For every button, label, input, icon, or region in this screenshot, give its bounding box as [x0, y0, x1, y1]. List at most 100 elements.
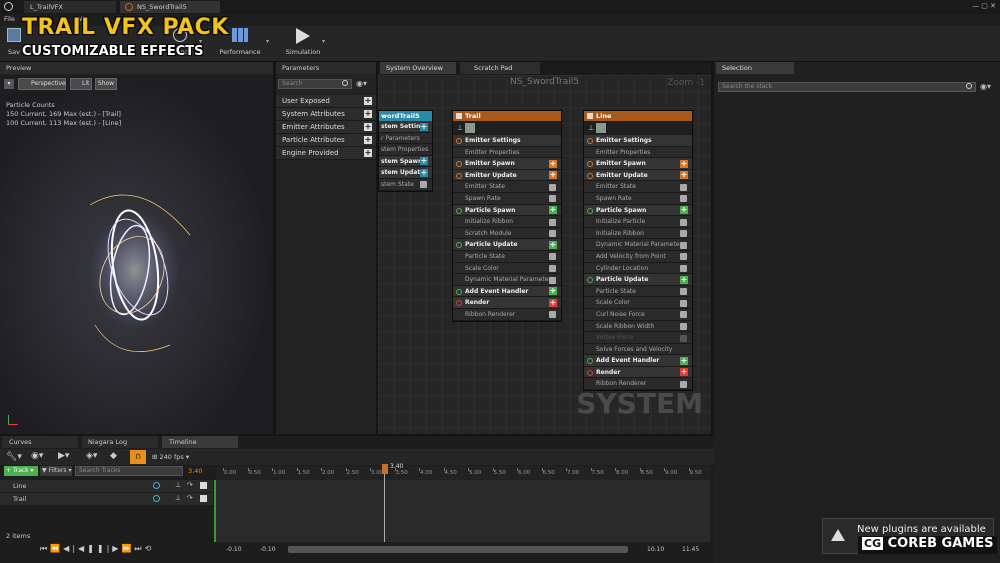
info-icon[interactable] — [153, 495, 160, 502]
add-module-icon[interactable]: + — [549, 240, 557, 249]
vortex-force-row[interactable]: Vortex Force — [584, 332, 692, 344]
solve-forces-and-velocity-row[interactable]: Solve Forces and Velocity — [584, 343, 692, 356]
wrench-icon[interactable]: 🔧︎▾ — [6, 452, 22, 462]
curl-noise-force-row[interactable]: Curl Noise Force — [584, 308, 692, 321]
perspective-button[interactable]: Perspective — [18, 78, 66, 90]
key-icon[interactable]: ◈▾ — [86, 451, 97, 461]
add-renderer-icon[interactable]: + — [680, 368, 688, 377]
range-start[interactable]: -0.10 — [226, 546, 242, 553]
track-enable-checkbox[interactable] — [200, 482, 207, 489]
show-button[interactable]: Show — [95, 78, 117, 90]
scratch-module-row[interactable]: Scratch Module — [453, 227, 561, 240]
emitter-enable-checkbox[interactable] — [587, 113, 593, 119]
module-enable-checkbox[interactable] — [549, 183, 556, 191]
module-enable-checkbox[interactable] — [680, 299, 687, 307]
module-enable-checkbox[interactable] — [549, 230, 556, 238]
particle-state-row[interactable]: Particle State — [453, 250, 561, 263]
initialize-particle-row[interactable]: Initialize Particle — [584, 216, 692, 228]
render-row[interactable]: Render + — [584, 366, 692, 379]
performance-dropdown-icon[interactable]: ▾ — [266, 38, 269, 45]
add-parameter-icon[interactable]: + — [364, 136, 372, 144]
stack-view-options-icon[interactable]: ◉▾ — [980, 82, 991, 91]
emitter-properties-row[interactable]: Emitter Properties — [453, 146, 561, 159]
add-module-icon[interactable]: + — [680, 159, 688, 168]
module-enable-checkbox[interactable] — [680, 380, 687, 388]
track-row-line[interactable]: Line ⊥ ↷ — [0, 480, 213, 492]
emitter-spawn-row[interactable]: Emitter Spawn + — [453, 158, 561, 170]
module-enable-checkbox[interactable] — [680, 265, 687, 273]
prev-key-icon[interactable]: ⏪ — [50, 544, 63, 553]
system-state-row[interactable]: stem State — [379, 178, 432, 191]
info-icon[interactable] — [153, 482, 160, 489]
tab-curves[interactable]: Curves — [2, 436, 78, 448]
ribbon-renderer-row[interactable]: Ribbon Renderer — [453, 308, 561, 321]
add-icon[interactable]: + — [420, 122, 428, 131]
add-velocity-from-point-row[interactable]: Add Velocity from Point — [584, 250, 692, 263]
add-module-icon[interactable]: + — [549, 171, 557, 180]
emitter-update-row[interactable]: Emitter Update + — [453, 169, 561, 182]
particle-spawn-row[interactable]: Particle Spawn + — [453, 204, 561, 217]
tab-system-overview[interactable]: System Overview — [380, 62, 456, 74]
particle-spawn-row[interactable]: Particle Spawn + — [584, 204, 692, 217]
emitter-settings-row[interactable]: Emitter Settings — [584, 135, 692, 147]
ribbon-renderer-row[interactable]: Ribbon Renderer — [584, 378, 692, 391]
add-track-button[interactable]: + Track ▾ — [4, 466, 38, 476]
parameters-search-input[interactable]: Search — [278, 79, 352, 89]
view-end[interactable]: 10.10 — [647, 546, 664, 553]
module-enable-checkbox[interactable] — [680, 218, 687, 226]
particle-state-row[interactable]: Particle State — [584, 285, 692, 298]
particle-update-row[interactable]: Particle Update + — [453, 239, 561, 251]
add-event-handler-row[interactable]: Add Event Handler + — [584, 355, 692, 367]
emitter-state-row[interactable]: Emitter State — [584, 181, 692, 193]
save-button[interactable]: Sav — [4, 28, 24, 56]
preview-tab[interactable]: Preview — [0, 62, 273, 74]
track-row-trail[interactable]: Trail ⊥ ↷ — [0, 493, 213, 505]
add-parameter-icon[interactable]: + — [364, 123, 372, 131]
tab-niagara-system[interactable]: NS_SwordTrail5 — [120, 1, 220, 13]
playback-options-icon[interactable]: ▶▾ — [58, 451, 69, 461]
module-enable-checkbox[interactable] — [549, 311, 556, 319]
visibility-options-icon[interactable]: ◉▾ — [356, 79, 367, 88]
current-time-field[interactable]: 3.40 — [188, 467, 202, 475]
add-event-handler-row[interactable]: Add Event Handler + — [453, 285, 561, 298]
search-tracks-input[interactable]: Search Tracks — [75, 466, 183, 476]
module-enable-checkbox[interactable] — [680, 311, 687, 319]
module-enable-checkbox[interactable] — [549, 253, 556, 261]
add-module-icon[interactable]: + — [680, 171, 688, 180]
view-start[interactable]: -0.10 — [260, 546, 276, 553]
add-parameter-icon[interactable]: + — [364, 110, 372, 118]
step-forward-icon[interactable]: |▶ — [107, 544, 122, 553]
line-emitter-node[interactable]: Line ⊥ Emitter Settings Emitter Propertie… — [583, 110, 693, 392]
step-back-icon[interactable]: ◀| — [63, 544, 78, 553]
initialize-ribbon-row[interactable]: Initialize Ribbon — [584, 227, 692, 240]
module-enable-checkbox[interactable] — [549, 195, 556, 203]
filters-button[interactable]: ▼ Filters ▾ — [40, 466, 72, 476]
system-node[interactable]: wordTrail5 stem Settings + r Parameters s… — [378, 110, 433, 192]
system-settings-row[interactable]: stem Settings + — [379, 121, 432, 133]
curve-icon[interactable]: ↷ — [187, 494, 193, 502]
jump-start-icon[interactable]: ⏮ — [40, 544, 50, 553]
dynamic-material-parameters-row[interactable]: Dynamic Material Parameters — [453, 274, 561, 286]
group-user-exposed[interactable]: User Exposed + — [276, 95, 376, 108]
snap-icon[interactable]: ◆ — [110, 451, 117, 461]
timeline-area[interactable]: 0.00 0.50 1.00 1.50 2.00 2.50 3.00 3.50 4.00 4.50… — [214, 463, 710, 542]
scale-color-row[interactable]: Scale Color — [453, 262, 561, 275]
magnet-snap-button[interactable]: ∩ — [130, 450, 146, 464]
add-module-icon[interactable]: + — [680, 206, 688, 215]
fps-dropdown[interactable]: ⊞ 240 fps ▾ — [152, 453, 189, 461]
module-enable-checkbox[interactable] — [680, 323, 687, 330]
system-update-row[interactable]: stem Update + — [379, 167, 432, 179]
emitter-spawn-row[interactable]: Emitter Spawn + — [584, 158, 692, 170]
add-renderer-icon[interactable]: + — [549, 298, 557, 307]
scale-color-row[interactable]: Scale Color — [584, 297, 692, 309]
dynamic-material-parameters-row[interactable]: Dynamic Material Parameters — [584, 239, 692, 251]
render-row[interactable]: Render + — [453, 297, 561, 309]
view-options-icon[interactable]: ◉▾ — [31, 451, 43, 461]
module-enable-checkbox[interactable] — [680, 241, 687, 249]
trail-emitter-node[interactable]: Trail ⊥ Emitter Settings Emitter Properti… — [452, 110, 562, 322]
add-module-icon[interactable]: + — [680, 356, 688, 365]
tab-timeline[interactable]: Timeline — [162, 436, 238, 448]
system-spawn-row[interactable]: stem Spawn + — [379, 155, 432, 168]
scale-ribbon-width-row[interactable]: Scale Ribbon Width — [584, 320, 692, 333]
module-enable-checkbox[interactable] — [680, 230, 687, 238]
